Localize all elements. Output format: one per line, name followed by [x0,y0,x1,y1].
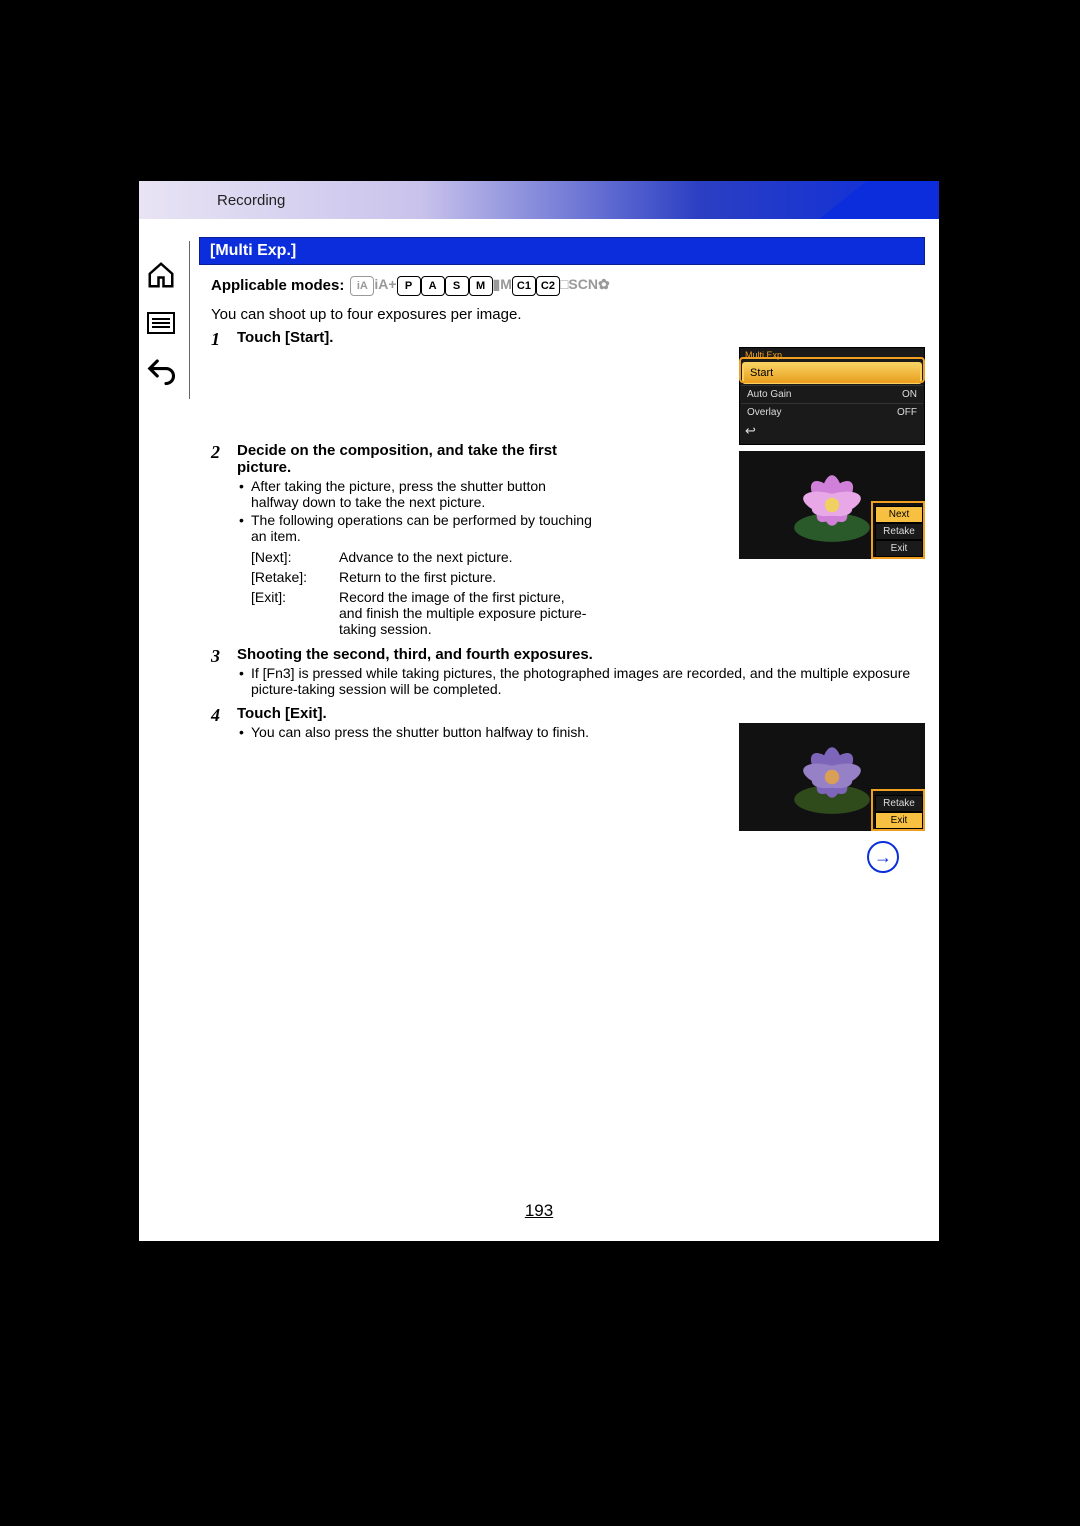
step-title: Touch [Start]. [237,329,913,346]
def-val: Advance to the next picture. [339,548,595,566]
step-3: 3 Shooting the second, third, and fourth… [211,646,913,699]
home-icon[interactable] [141,255,181,295]
bullet: If [Fn3] is pressed while taking picture… [251,665,913,697]
def-val: Return to the first picture. [339,568,595,586]
def-key: [Exit]: [251,588,337,638]
mode-icon: iA+ [374,275,396,293]
mode-icon: M [469,276,493,296]
step-number: 1 [211,329,237,350]
menu-icon[interactable] [141,303,181,343]
mode-icon: C2 [536,276,560,296]
applicable-modes: Applicable modes: iAiA+PASM▮MC1C2□SCN✿ [211,275,913,296]
mode-icon: P [397,276,421,296]
modes-icons: iAiA+PASM▮MC1C2□SCN✿ [350,275,609,296]
mode-icon: □ [560,275,568,293]
highlight-outline [871,501,925,559]
def-val: Record the image of the first picture, a… [339,588,595,638]
mode-icon: iA [350,276,374,296]
highlight-outline [871,789,925,831]
header-section: Recording [217,192,285,209]
sidebar [133,241,190,399]
header-band: Recording [139,181,939,219]
def-key: [Retake]: [251,568,337,586]
camera-menu-row[interactable]: OverlayOFF [741,403,923,421]
section-title: [Multi Exp.] [199,237,925,265]
camera-menu-preview-1: Multi Exp. Start Auto GainON OverlayOFF … [739,347,925,559]
mode-icon: ▮M [493,276,512,294]
flower-illustration [787,732,877,822]
definitions: [Next]:Advance to the next picture. [Ret… [249,546,597,640]
mode-icon: A [421,276,445,296]
continue-arrow-icon[interactable]: → [867,841,899,873]
step-number: 3 [211,646,237,699]
description: You can shoot up to four exposures per i… [211,306,913,323]
camera-preview-2: Retake Exit [739,717,925,831]
mode-icon: ✿ [598,276,610,294]
camera-menu-back-icon[interactable]: ↩ [741,421,923,443]
flower-illustration [787,460,877,550]
mode-icon: SCN [568,275,598,293]
camera-menu-row[interactable]: Auto GainON [741,385,923,403]
modes-label: Applicable modes: [211,277,344,294]
mode-icon: S [445,276,469,296]
bullet: After taking the picture, press the shut… [251,478,597,510]
manual-page: Recording [Multi Exp.] Applicable modes:… [139,181,939,1241]
step-number: 2 [211,442,237,640]
page-number: 193 [139,1201,939,1221]
step-title: Decide on the composition, and take the … [237,442,597,476]
highlight-outline [739,357,925,383]
back-icon[interactable] [141,351,181,391]
def-key: [Next]: [251,548,337,566]
mode-icon: C1 [512,276,536,296]
step-number: 4 [211,705,237,742]
bullet: The following operations can be performe… [251,512,597,544]
step-title: Shooting the second, third, and fourth e… [237,646,913,663]
